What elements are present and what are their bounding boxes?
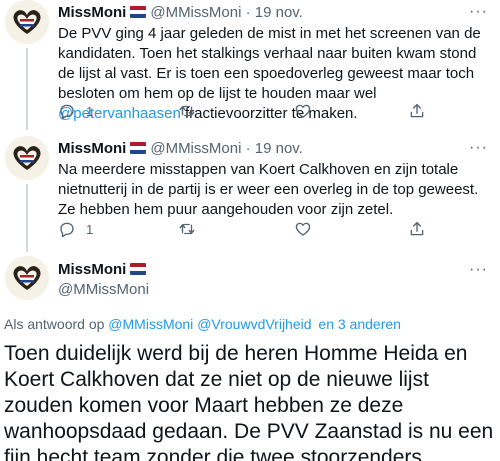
handle[interactable]: @MMissMoni [150,4,241,21]
avatar[interactable] [5,0,49,44]
tweet-header: MissMoni @MMissMoni · 19 nov. [58,139,303,159]
nl-flag-icon [130,6,147,18]
nl-flag-icon [130,142,147,154]
retweet-icon [179,105,195,117]
like-button[interactable] [294,220,312,238]
separator: · [245,140,251,157]
share-button[interactable] [408,220,426,238]
action-bar: 1 [58,220,458,240]
more-icon[interactable]: ··· [469,4,488,20]
display-name[interactable]: MissMoni [58,140,126,157]
nl-flag-icon [130,263,147,275]
reply-others-link[interactable]: en 3 anderen [318,316,401,332]
reply-count: 1 [86,221,94,237]
reply-mention[interactable]: @VrouwvdVrijheid [197,316,311,332]
more-icon[interactable]: ··· [469,262,488,278]
main-tweet-text: Toen duidelijk werd bij de heren Homme H… [4,342,494,461]
reply-mention[interactable]: @MMissMoni [108,316,193,332]
like-icon [295,104,311,118]
reply-icon [60,222,74,238]
avatar-heart-hands-icon [5,136,49,180]
thread-connector [26,48,28,130]
share-icon [410,221,424,236]
thread-tweet-1[interactable]: MissMoni @MMissMoni · 19 nov. ··· De PVV … [0,0,500,130]
separator: · [245,4,251,21]
like-icon [295,222,311,236]
avatar[interactable] [5,136,49,180]
thread-connector [26,184,28,252]
more-icon[interactable]: ··· [469,140,488,156]
retweet-icon [179,223,195,235]
display-name[interactable]: MissMoni [58,261,126,278]
tweet-header: MissMoni [58,260,150,280]
action-bar: 1 [58,102,458,122]
avatar-heart-hands-icon [5,256,49,300]
thread-tweet-2[interactable]: MissMoni @MMissMoni · 19 nov. ··· Na meer… [0,136,500,252]
like-button[interactable] [294,102,312,120]
avatar-heart-hands-icon [5,0,49,44]
timestamp[interactable]: 19 nov. [255,4,303,21]
avatar[interactable] [5,256,49,300]
timestamp[interactable]: 19 nov. [255,140,303,157]
share-button[interactable] [408,102,426,120]
tweet-header: MissMoni @MMissMoni · 19 nov. [58,3,303,23]
reply-count: 1 [86,103,94,119]
reply-icon [60,104,74,120]
display-name[interactable]: MissMoni [58,4,126,21]
tweet-text: Na meerdere misstappen van Koert Calkhov… [58,161,479,218]
reply-prefix: Als antwoord op [4,316,105,332]
reply-context: Als antwoord op @MMissMoni @VrouwvdVrijh… [4,315,401,333]
tweet-text-part: De PVV ging 4 jaar geleden de mist in me… [58,25,481,102]
reply-button[interactable]: 1 [58,102,93,120]
handle[interactable]: @MMissMoni [58,280,149,300]
handle[interactable]: @MMissMoni [150,140,241,157]
reply-button[interactable]: 1 [58,220,93,238]
retweet-button[interactable] [178,220,196,238]
share-icon [410,103,424,118]
retweet-button[interactable] [178,102,196,120]
